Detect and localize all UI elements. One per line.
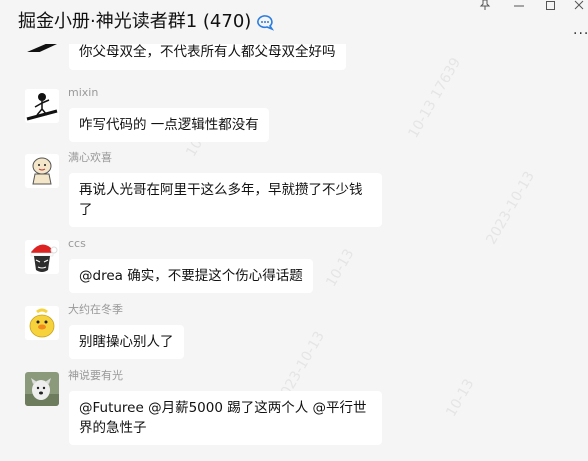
sender-name: mixin [68, 86, 99, 99]
minimize-icon[interactable] [508, 0, 530, 14]
santa-hat-avatar-icon [25, 240, 59, 274]
sender-name: 满心欢喜 [68, 151, 112, 164]
message-bubble[interactable]: 别瞎操心别人了 [69, 325, 184, 359]
sender-name: 大约在冬季 [68, 303, 123, 316]
close-icon[interactable] [568, 0, 588, 14]
message-bubble[interactable]: 再说人光哥在阿里干这么多年，早就攒了不少钱了 [69, 173, 382, 227]
pin-icon[interactable] [474, 0, 496, 14]
dog-avatar-icon [25, 372, 59, 406]
message-text: 再说人光哥在阿里干这么多年，早就攒了不少钱了 [79, 182, 363, 218]
more-options-button[interactable]: ... [573, 22, 588, 38]
message-text: 你父母双全，不代表所有人都父母双全好吗 [79, 44, 336, 60]
window-title: 掘金小册·神光读者群1 (470) [18, 11, 252, 32]
message-text: @Futuree @月薪5000 踢了这两个人 @平行世界的急性子 [79, 400, 367, 436]
sender-name: ccs [68, 237, 86, 250]
chat-bubble-icon[interactable] [254, 11, 276, 33]
message-list[interactable]: 你父母双全，不代表所有人都父母双全好吗 mixin 咋写代码的 一点逻辑性都没有 [0, 0, 588, 461]
message-text: 别瞎操心别人了 [79, 334, 174, 350]
title-bar: 掘金小册·神光读者群1 (470) ... [0, 0, 588, 44]
message-text: 咋写代码的 一点逻辑性都没有 [79, 117, 259, 133]
cartoon-avatar-icon [25, 154, 59, 188]
avatar[interactable] [25, 89, 59, 123]
title-group: 掘金小册·神光读者群1 (470) [18, 10, 276, 34]
message-bubble[interactable]: @Futuree @月薪5000 踢了这两个人 @平行世界的急性子 [69, 391, 382, 445]
avatar[interactable] [25, 306, 59, 340]
message-bubble[interactable]: 咋写代码的 一点逻辑性都没有 [69, 108, 269, 142]
message-bubble[interactable]: @drea 确实，不要提这个伤心得话题 [69, 259, 313, 293]
avatar[interactable] [25, 240, 59, 274]
message-text: @drea 确实，不要提这个伤心得话题 [79, 268, 303, 284]
avatar[interactable] [25, 372, 59, 406]
maximize-icon[interactable] [540, 0, 562, 14]
chat-window: 10-13 17639 10-13 2023-10-13 10-13 2023-… [0, 0, 588, 461]
avatar[interactable] [25, 154, 59, 188]
message-bubble[interactable]: 你父母双全，不代表所有人都父母双全好吗 [69, 40, 346, 70]
sender-name: 神说要有光 [68, 369, 123, 382]
yellow-duck-avatar-icon [25, 306, 59, 340]
stick-figure-avatar-icon [25, 89, 59, 123]
